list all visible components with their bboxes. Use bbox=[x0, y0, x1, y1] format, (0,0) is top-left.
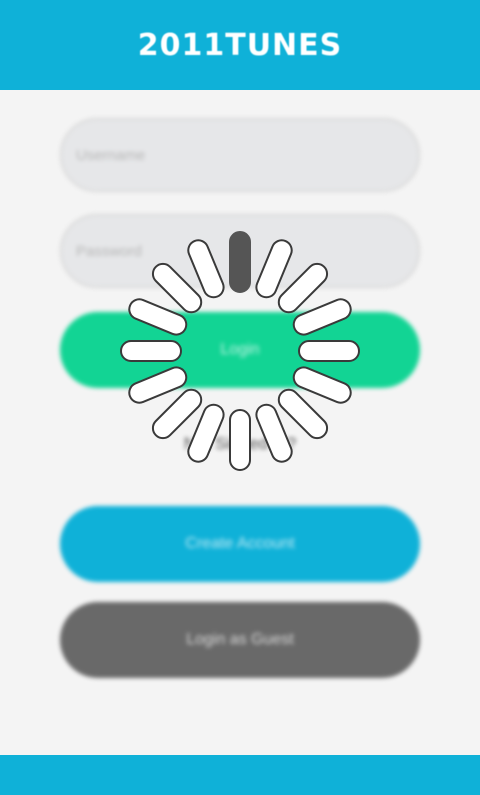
app-footer bbox=[0, 755, 480, 795]
app-logo: 2011TUNES bbox=[137, 27, 343, 63]
create-account-button[interactable]: Create Account bbox=[60, 506, 420, 582]
spinner-spoke bbox=[229, 409, 251, 471]
login-as-guest-button[interactable]: Login as Guest bbox=[60, 602, 420, 678]
spinner-spoke bbox=[229, 231, 251, 293]
app-screen: 2011TUNES Login Not Signed In? Create Ac… bbox=[0, 0, 480, 795]
username-input[interactable] bbox=[74, 145, 406, 165]
spinner-spoke bbox=[120, 340, 182, 362]
app-header: 2011TUNES bbox=[0, 0, 480, 90]
spinner-spoke bbox=[298, 340, 360, 362]
login-button[interactable]: Login bbox=[60, 312, 420, 388]
username-field[interactable] bbox=[60, 118, 420, 192]
